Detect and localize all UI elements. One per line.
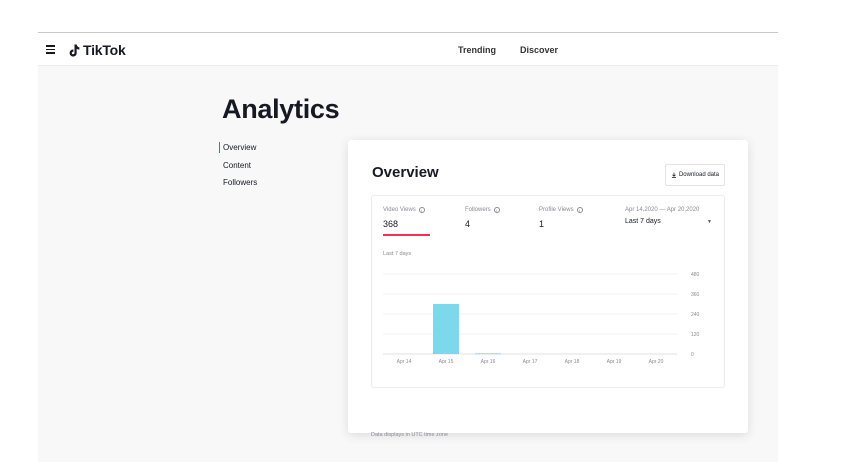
nav-trending[interactable]: Trending [458, 45, 496, 55]
x-tick-label: Apr 17 [523, 359, 538, 365]
analytics-sidebar: Overview Content Followers [219, 142, 257, 195]
info-icon[interactable]: i [576, 207, 583, 213]
download-data-button[interactable]: Download data [664, 164, 725, 186]
metric-profile-views[interactable]: Profile Views i 1 [539, 207, 583, 229]
card-title: Overview [372, 164, 439, 181]
info-icon[interactable]: i [493, 207, 500, 213]
x-tick-label: Apr 19 [607, 359, 622, 365]
y-tick-label: 120 [691, 332, 700, 338]
range-select-value: Last 7 days [625, 218, 661, 225]
x-tick-label: Apr 20 [649, 359, 664, 365]
chart-caption: Last 7 days [383, 251, 412, 257]
x-tick-label: Apr 18 [565, 359, 580, 365]
sidebar-item-followers[interactable]: Followers [219, 177, 257, 188]
video-views-bar-chart: 480 360 240 120 0 Apr 14 Apr 15 Apr 16 Apr 17 Apr… [383, 272, 700, 365]
sidebar-item-content[interactable]: Content [219, 160, 257, 171]
bar[interactable] [433, 304, 459, 354]
top-navigation-bar: TikTok Trending Discover [38, 32, 778, 66]
metric-value: 1 [539, 219, 545, 229]
active-metric-indicator [383, 234, 430, 236]
download-icon [671, 172, 677, 178]
tiktok-logo[interactable]: TikTok [69, 42, 126, 58]
x-tick-label: Apr 14 [397, 359, 412, 365]
x-tick-label: Apr 15 [439, 359, 454, 365]
metric-video-views[interactable]: Video Views i 368 [383, 207, 430, 236]
x-tick-label: Apr 16 [481, 359, 496, 365]
logo-text: TikTok [83, 42, 126, 58]
chevron-down-icon: ▼ [707, 219, 712, 225]
y-tick-label: 240 [691, 312, 700, 318]
metrics-panel: Video Views i 368 Followers i 4 Profile Vi… [371, 195, 725, 388]
overview-card: Overview Download data Video Views i 368 … [348, 140, 748, 438]
y-tick-label: 0 [691, 352, 694, 358]
metric-label: Video Views [383, 207, 416, 213]
metric-label: Followers [465, 207, 491, 213]
nav-discover[interactable]: Discover [520, 45, 558, 55]
download-label: Download data [678, 172, 719, 178]
menu-icon[interactable] [46, 45, 55, 54]
info-icon[interactable]: i [418, 207, 425, 213]
page-title: Analytics [222, 94, 340, 124]
date-range-select[interactable]: Last 7 days ▼ [625, 218, 712, 225]
app-window: TikTok Trending Discover Analytics Overv… [38, 32, 778, 462]
tiktok-note-icon [69, 44, 80, 56]
metric-value: 4 [465, 219, 471, 229]
date-range-label: Apr 14,2020 — Apr 20,2020 [625, 207, 700, 213]
metric-followers[interactable]: Followers i 4 [465, 207, 500, 229]
metric-value: 368 [383, 219, 399, 229]
metric-label: Profile Views [539, 207, 574, 213]
y-tick-label: 480 [691, 272, 700, 278]
y-tick-label: 360 [691, 292, 700, 298]
sidebar-item-overview[interactable]: Overview [219, 142, 257, 153]
timezone-footnote: Data displays in UTC time zone [371, 432, 449, 438]
bar[interactable] [475, 353, 501, 355]
